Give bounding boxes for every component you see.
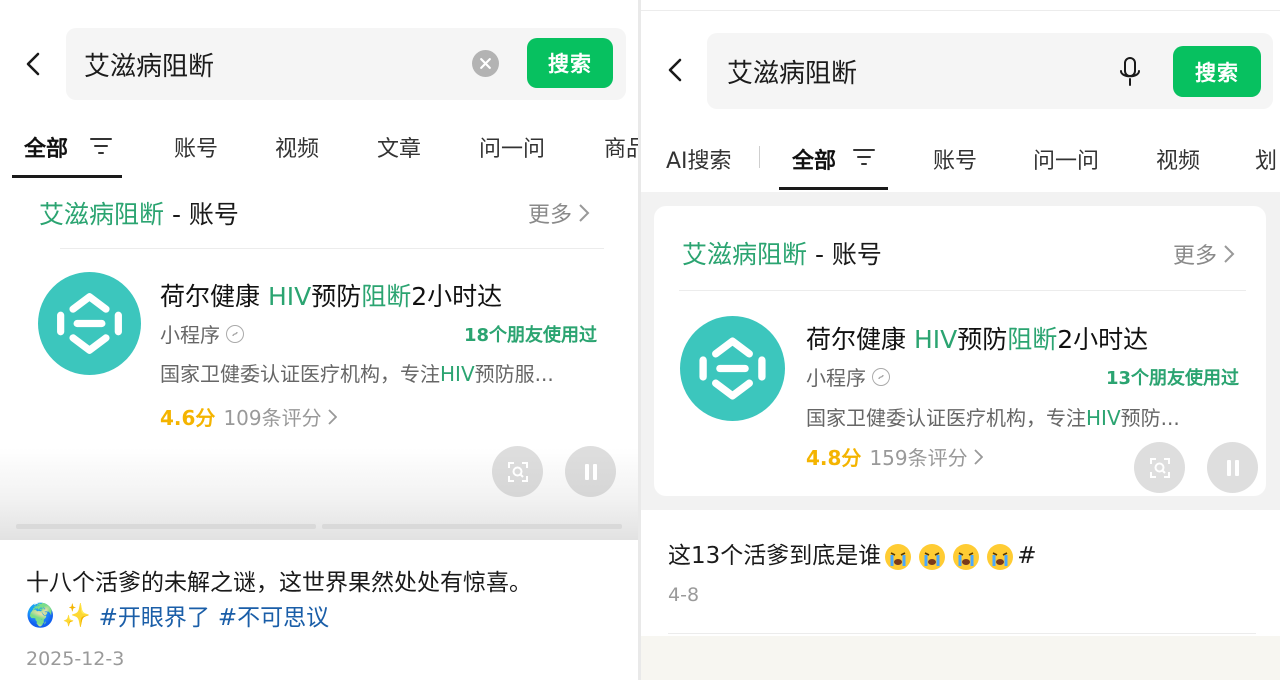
post-caption: 十八个活爹的未解之谜，这世界果然处处有惊喜。 (26, 570, 532, 596)
tab-accounts[interactable]: 账号 (174, 131, 218, 163)
more-link[interactable]: 更多 (1173, 238, 1235, 270)
search-button[interactable]: 搜索 (527, 38, 613, 88)
hashtag-link[interactable]: #不可思议 (218, 598, 329, 632)
progress-segment (322, 524, 622, 529)
section-title: 艾滋病阻断 - 账号 (682, 240, 882, 269)
tab-separator (759, 146, 760, 168)
crying-face-emoji (917, 542, 947, 572)
post-tags: 🌍 ✨ #开眼界了 #不可思议 (26, 598, 329, 632)
pause-icon (1226, 459, 1239, 476)
right-screenshot: 艾滋病阻断 搜索 AI搜索 全部 账号 问一问 视频 划 艾滋病阻断 - 账号 … (641, 0, 1280, 680)
app-description: 国家卫健委认证医疗机构，专注HIV预防... (806, 406, 1180, 430)
app-name[interactable]: 荷尔健康 HIV预防阻断2小时达 (806, 320, 1148, 356)
back-arrow-icon[interactable] (22, 52, 46, 76)
tab-ask[interactable]: 问一问 (1033, 143, 1099, 175)
app-description: 国家卫健委认证医疗机构，专注HIV预防服... (160, 362, 554, 386)
divider (668, 633, 1256, 634)
crying-face-emoji (951, 542, 981, 572)
top-rule (641, 10, 1280, 11)
bottom-area (641, 636, 1280, 680)
scan-button[interactable] (1134, 442, 1185, 493)
search-button[interactable]: 搜索 (1173, 46, 1261, 97)
tab-active-indicator (12, 175, 122, 178)
app-name[interactable]: 荷尔健康 HIV预防阻断2小时达 (160, 277, 502, 313)
more-link[interactable]: 更多 (528, 197, 590, 229)
filter-icon[interactable] (852, 147, 876, 167)
app-type: 小程序 (160, 319, 244, 348)
pause-icon (584, 463, 597, 480)
tab-ai-search[interactable]: AI搜索 (666, 143, 732, 175)
back-arrow-icon[interactable] (664, 58, 688, 82)
chevron-right-icon (327, 408, 337, 425)
pause-button[interactable] (565, 446, 616, 497)
tab-ask[interactable]: 问一问 (479, 131, 545, 163)
app-logo[interactable] (680, 316, 785, 421)
app-logo[interactable] (38, 272, 141, 375)
divider (679, 290, 1246, 291)
crying-face-emoji (883, 542, 913, 572)
reviews-link[interactable]: 109条评分 (223, 402, 337, 431)
scan-icon (1149, 457, 1170, 478)
rating-score: 4.8分 (806, 446, 862, 470)
tab-accounts[interactable]: 账号 (933, 143, 977, 175)
chevron-right-icon (1224, 245, 1235, 263)
tab-articles[interactable]: 文章 (377, 131, 421, 163)
chevron-right-icon (579, 204, 590, 222)
tab-videos[interactable]: 视频 (275, 131, 319, 163)
pause-button[interactable] (1207, 442, 1258, 493)
app-type: 小程序 (806, 362, 890, 391)
search-input[interactable]: 艾滋病阻断 (727, 53, 857, 90)
section-title: 艾滋病阻断 - 账号 (39, 200, 239, 229)
search-input[interactable]: 艾滋病阻断 (84, 46, 214, 83)
hashtag-link[interactable]: #开眼界了 (99, 598, 210, 632)
reviews-link[interactable]: 159条评分 (869, 442, 983, 471)
chevron-right-icon (973, 448, 983, 465)
tab-active-indicator (779, 187, 888, 190)
scan-icon (507, 461, 528, 482)
comment-text: 这13个活爹到底是谁 # (668, 536, 1037, 572)
divider (60, 248, 604, 249)
friends-used-label: 18个朋友使用过 (464, 325, 598, 346)
rating-score: 4.6分 (160, 406, 216, 430)
scan-button[interactable] (492, 446, 543, 497)
progress-segment (16, 524, 316, 529)
comment-area (641, 510, 1280, 636)
tab-all[interactable]: 全部 (24, 131, 68, 163)
tab-products[interactable]: 商品 (604, 131, 638, 163)
friends-used-label: 13个朋友使用过 (1106, 368, 1240, 389)
tab-videos[interactable]: 视频 (1156, 143, 1200, 175)
mini-program-icon (872, 367, 890, 386)
mini-program-icon (226, 324, 244, 343)
emoji-decoration: 🌍 ✨ (26, 602, 91, 629)
rating-row: 4.8分 159条评分 (806, 442, 983, 471)
microphone-icon[interactable] (1118, 56, 1142, 88)
comment-date: 4-8 (668, 584, 700, 606)
filter-icon[interactable] (89, 136, 113, 156)
rating-row: 4.6分 109条评分 (160, 402, 337, 431)
post-date: 2025-12-3 (26, 648, 125, 670)
crying-face-emoji (985, 542, 1015, 572)
tab-all[interactable]: 全部 (792, 143, 836, 175)
left-screenshot: 艾滋病阻断 搜索 全部 账号 视频 文章 问一问 商品 艾滋病阻断 - 账号 更… (0, 0, 638, 680)
clear-icon[interactable] (472, 50, 499, 77)
tab-more[interactable]: 划 (1255, 143, 1277, 175)
